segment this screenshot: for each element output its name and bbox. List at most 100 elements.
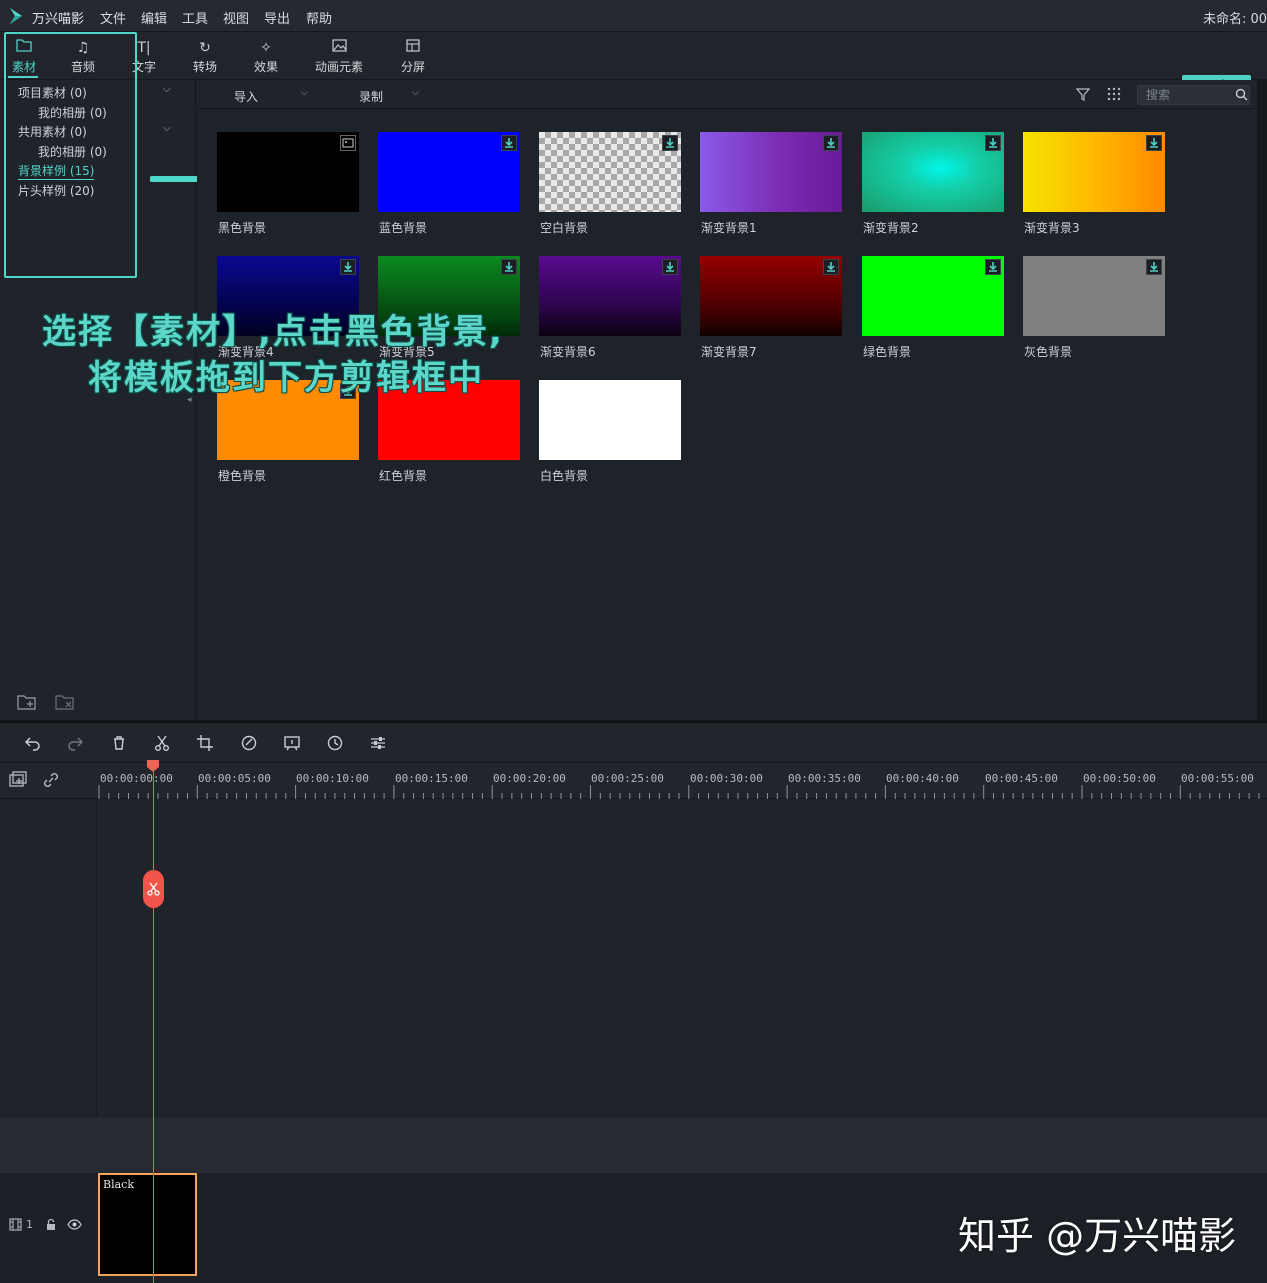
lock-icon[interactable] bbox=[45, 1218, 57, 1231]
download-icon[interactable] bbox=[501, 135, 517, 151]
media-thumb-gradient-7[interactable] bbox=[700, 256, 842, 336]
tab-elements[interactable]: 动画元素 bbox=[306, 38, 372, 78]
media-thumb-gradient-3[interactable] bbox=[1023, 132, 1165, 212]
active-tab-underline bbox=[8, 76, 38, 78]
menu-edit[interactable]: 编辑 bbox=[141, 8, 167, 27]
timeline-ruler-controls bbox=[0, 763, 97, 799]
menu-help[interactable]: 帮助 bbox=[306, 8, 332, 27]
sidebar-item-background-samples[interactable]: 背景样例 (15) bbox=[18, 162, 95, 180]
sidebar-item-my-album-shared[interactable]: 我的相册 (0) bbox=[38, 143, 107, 160]
media-label: 渐变背景6 bbox=[540, 345, 596, 359]
media-thumb-blue[interactable] bbox=[378, 132, 520, 212]
playhead-handle-icon[interactable] bbox=[146, 759, 160, 773]
chevron-down-icon[interactable]: ⌵ bbox=[301, 88, 308, 98]
download-icon[interactable] bbox=[662, 135, 678, 151]
timeline-clip-black[interactable]: Black bbox=[98, 1173, 197, 1276]
media-label: 白色背景 bbox=[540, 469, 589, 483]
chevron-down-icon[interactable]: ⌵ bbox=[412, 88, 419, 98]
media-thumb-black[interactable] bbox=[217, 132, 359, 212]
media-label: 渐变背景1 bbox=[701, 221, 757, 235]
instruction-caption-line-2: 将模板拖到下方剪辑框中 bbox=[88, 358, 484, 398]
tick-label: 00:00:55:00 bbox=[1181, 772, 1254, 785]
media-thumb-gradient-6[interactable] bbox=[539, 256, 681, 336]
download-icon[interactable] bbox=[662, 259, 678, 275]
grid-view-icon[interactable] bbox=[1107, 87, 1121, 101]
download-icon[interactable] bbox=[1146, 135, 1162, 151]
delete-icon[interactable] bbox=[108, 732, 130, 754]
media-thumb-transparent[interactable] bbox=[539, 132, 681, 212]
add-track-icon[interactable] bbox=[8, 771, 28, 789]
download-icon[interactable] bbox=[823, 259, 839, 275]
menu-tools[interactable]: 工具 bbox=[182, 8, 208, 27]
link-icon[interactable] bbox=[42, 771, 60, 789]
tick-label: 00:00:30:00 bbox=[690, 772, 763, 785]
filter-icon[interactable] bbox=[1076, 87, 1090, 101]
search-input[interactable] bbox=[1137, 85, 1250, 105]
download-icon[interactable] bbox=[1146, 259, 1162, 275]
image-badge-icon bbox=[340, 135, 356, 151]
media-thumb-gradient-1[interactable] bbox=[700, 132, 842, 212]
tab-text[interactable]: T| 文字 bbox=[120, 38, 168, 78]
tab-media[interactable]: 素材 bbox=[0, 38, 48, 78]
menu-bar: 万兴喵影 文件 编辑 工具 视图 导出 帮助 未命名: 00 bbox=[0, 0, 1267, 32]
timeline-ruler[interactable]: 00:00:00:00 00:00:05:00 00:00:10:00 00:0… bbox=[97, 763, 1267, 799]
download-icon[interactable] bbox=[340, 259, 356, 275]
project-title: 未命名: 00 bbox=[1203, 12, 1267, 27]
tab-split-screen[interactable]: 分屏 bbox=[389, 38, 437, 78]
record-dropdown[interactable]: 录制 bbox=[359, 88, 383, 105]
menu-file[interactable]: 文件 bbox=[100, 8, 126, 27]
timeline-toolbar bbox=[0, 723, 1267, 763]
sidebar-item-shared-media[interactable]: 共用素材 (0) bbox=[18, 123, 87, 140]
tab-transition[interactable]: ↻ 转场 bbox=[181, 38, 229, 78]
download-icon[interactable] bbox=[501, 259, 517, 275]
media-thumb-green[interactable] bbox=[862, 256, 1004, 336]
download-icon[interactable] bbox=[823, 135, 839, 151]
crop-icon[interactable] bbox=[194, 732, 216, 754]
track-number: 1 bbox=[26, 1218, 33, 1231]
import-dropdown[interactable]: 导入 bbox=[234, 88, 258, 105]
media-thumb-gradient-2[interactable] bbox=[862, 132, 1004, 212]
media-thumb-gray[interactable] bbox=[1023, 256, 1165, 336]
playhead-line[interactable] bbox=[153, 770, 154, 1283]
undo-icon[interactable] bbox=[22, 732, 44, 754]
eye-icon[interactable] bbox=[67, 1219, 82, 1230]
menu-view[interactable]: 视图 bbox=[223, 8, 249, 27]
adjust-sliders-icon[interactable] bbox=[367, 732, 389, 754]
instruction-caption-line-1: 选择【素材】,点击黑色背景, bbox=[42, 312, 504, 352]
speed-clock-icon[interactable] bbox=[324, 732, 346, 754]
media-label: 空白背景 bbox=[540, 221, 589, 235]
scissors-icon bbox=[147, 882, 160, 896]
tick-label: 00:00:20:00 bbox=[493, 772, 566, 785]
media-label: 橙色背景 bbox=[218, 469, 267, 483]
sidebar-item-my-album[interactable]: 我的相册 (0) bbox=[38, 104, 107, 121]
color-icon[interactable] bbox=[238, 732, 260, 754]
right-edge bbox=[1257, 80, 1267, 720]
green-screen-icon[interactable] bbox=[281, 732, 303, 754]
chevron-down-icon[interactable]: ⌵ bbox=[163, 84, 175, 96]
folder-icon bbox=[0, 38, 48, 58]
chevron-down-icon[interactable]: ⌵ bbox=[163, 123, 175, 135]
download-icon[interactable] bbox=[985, 135, 1001, 151]
media-thumb-white[interactable] bbox=[539, 380, 681, 460]
search-icon[interactable] bbox=[1235, 88, 1248, 101]
redo-icon[interactable] bbox=[64, 732, 86, 754]
media-toolbar: 导入 ⌵ 录制 ⌵ bbox=[197, 80, 1257, 109]
split-scissors-button[interactable] bbox=[143, 870, 164, 908]
image-icon bbox=[306, 38, 372, 58]
app-name: 万兴喵影 bbox=[32, 12, 85, 27]
scissors-icon[interactable] bbox=[151, 732, 173, 754]
ruler-ticks bbox=[98, 785, 1260, 799]
delete-folder-icon[interactable] bbox=[54, 692, 76, 712]
sidebar-item-intro-samples[interactable]: 片头样例 (20) bbox=[18, 182, 94, 199]
tab-effects[interactable]: ✧ 效果 bbox=[242, 38, 290, 78]
new-folder-icon[interactable] bbox=[16, 692, 38, 712]
media-label: 绿色背景 bbox=[863, 345, 912, 359]
tick-label: 00:00:25:00 bbox=[591, 772, 664, 785]
sidebar-item-project-media[interactable]: 项目素材 (0) bbox=[18, 84, 87, 101]
track-separator bbox=[0, 1117, 1267, 1173]
clip-label: Black bbox=[103, 1178, 134, 1191]
menu-export[interactable]: 导出 bbox=[264, 8, 290, 27]
media-label: 灰色背景 bbox=[1024, 345, 1073, 359]
download-icon[interactable] bbox=[985, 259, 1001, 275]
tab-audio[interactable]: ♫ 音频 bbox=[59, 38, 107, 78]
